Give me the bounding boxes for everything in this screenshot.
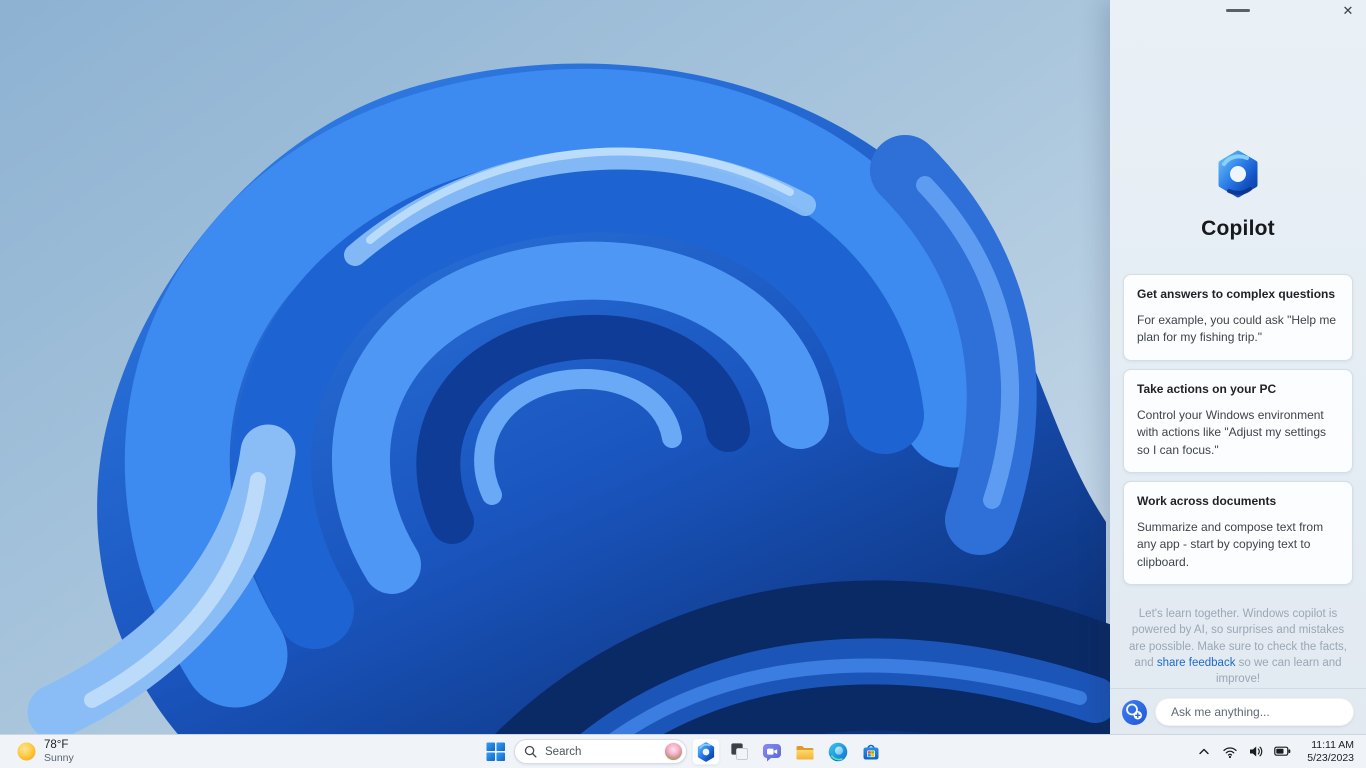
panel-hero: Copilot: [1110, 22, 1366, 241]
tray-chevron-button[interactable]: [1193, 740, 1215, 764]
battery-icon: [1273, 746, 1291, 756]
clock[interactable]: 11:11 AM 5/23/2023: [1301, 738, 1360, 765]
screen: ✕ Copilot Get answers to complex questio…: [0, 0, 1366, 768]
store-icon: [863, 744, 879, 759]
file-explorer-icon: [796, 745, 814, 759]
wifi-icon: [1223, 747, 1237, 759]
volume-icon: [1250, 746, 1263, 757]
volume-button[interactable]: [1245, 740, 1267, 764]
taskbar-copilot-button[interactable]: [692, 738, 720, 765]
windows-start-icon: [485, 742, 505, 761]
chat-icon: [763, 743, 781, 761]
chevron-up-icon: [1199, 748, 1209, 755]
start-button[interactable]: [481, 738, 509, 765]
panel-footer: [1110, 688, 1366, 735]
minimize-icon[interactable]: [1226, 9, 1250, 12]
card-body: For example, you could ask "Help me plan…: [1137, 313, 1337, 345]
weather-widget[interactable]: 78°F Sunny: [10, 735, 80, 768]
system-tray: 11:11 AM 5/23/2023: [1193, 735, 1360, 768]
card-complex-questions[interactable]: Get answers to complex questions For exa…: [1123, 274, 1353, 361]
lotus-flower-badge[interactable]: [665, 743, 682, 760]
suggestion-cards: Get answers to complex questions For exa…: [1110, 274, 1366, 586]
chat-button[interactable]: [758, 738, 786, 765]
search-input[interactable]: [543, 744, 659, 759]
taskbar: 78°F Sunny Search 11:11 AM 5/23/2023: [0, 734, 1366, 768]
wifi-button[interactable]: [1219, 740, 1241, 764]
card-title: Get answers to complex questions: [1137, 287, 1336, 301]
copilot-panel: ✕ Copilot Get answers to complex questio…: [1110, 0, 1366, 735]
weather-text: 78°F Sunny: [44, 739, 74, 763]
ask-input-pill: [1155, 698, 1354, 726]
sun-icon: [17, 742, 36, 761]
close-icon[interactable]: ✕: [1338, 2, 1358, 20]
weather-temperature: 78°F: [44, 739, 69, 752]
search-icon: [524, 745, 537, 758]
bloom-wallpaper-art: [0, 0, 1110, 768]
clock-time: 11:11 AM: [1311, 739, 1354, 752]
copilot-avatar-icon[interactable]: [1122, 699, 1147, 725]
panel-titlebar: ✕: [1110, 0, 1366, 22]
store-button[interactable]: [857, 738, 885, 765]
disclaimer-after: so we can learn and improve!: [1215, 657, 1342, 686]
desktop-wallpaper: [0, 0, 1110, 768]
clock-date: 5/23/2023: [1307, 751, 1354, 764]
edge-button[interactable]: [824, 738, 852, 765]
copilot-icon: [697, 741, 715, 762]
taskbar-center: [481, 735, 885, 768]
file-explorer-button[interactable]: [791, 738, 819, 765]
search-box[interactable]: [514, 739, 687, 764]
card-body: Control your Windows environment with ac…: [1137, 407, 1326, 457]
card-work-documents[interactable]: Work across documents Summarize and comp…: [1123, 480, 1353, 586]
battery-button[interactable]: [1271, 740, 1293, 764]
card-title: Take actions on your PC: [1137, 381, 1277, 396]
task-view-button[interactable]: [725, 738, 753, 765]
card-body: Summarize and compose text from any app …: [1137, 519, 1324, 569]
copilot-logo-icon: [1218, 150, 1258, 198]
task-view-icon: [730, 743, 748, 761]
weather-condition: Sunny: [44, 751, 74, 764]
edge-icon: [828, 742, 848, 761]
disclaimer-text: Let's learn together. Windows copilot is…: [1125, 606, 1351, 688]
card-title: Work across documents: [1137, 493, 1277, 508]
card-take-actions[interactable]: Take actions on your PC Control your Win…: [1123, 368, 1353, 473]
share-feedback-link[interactable]: share feedback: [1157, 657, 1236, 669]
ask-input[interactable]: [1169, 704, 1340, 720]
panel-title: Copilot: [1201, 217, 1275, 240]
